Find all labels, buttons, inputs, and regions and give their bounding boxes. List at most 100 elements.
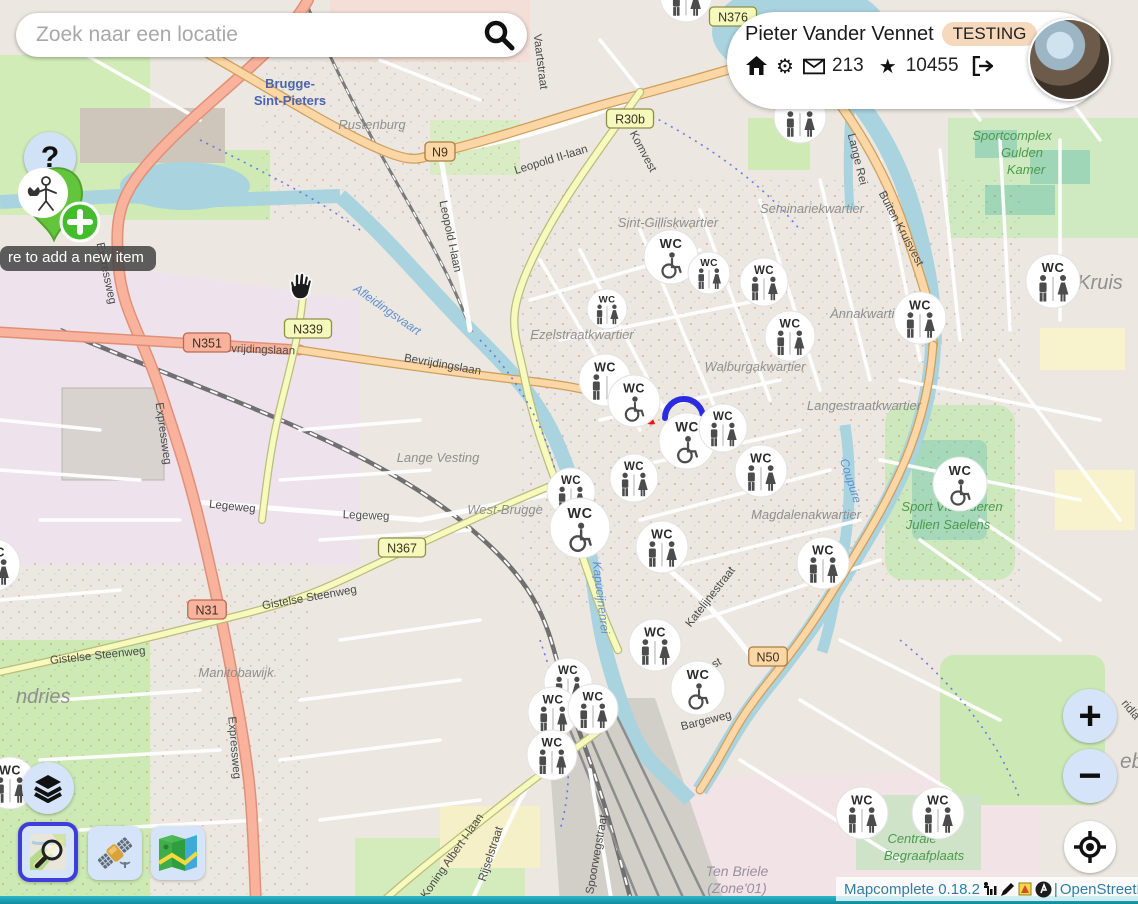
attribution-bar: Mapcomplete 0.18.2 | OpenStreetMap [836, 877, 1138, 901]
wc-label: WC [0, 763, 21, 777]
wc-label: WC [949, 463, 972, 478]
mapcomplete-version-link[interactable]: Mapcomplete 0.18.2 [844, 881, 980, 898]
wc-label: WC [927, 793, 949, 807]
statistics-icon [982, 881, 998, 897]
wc-label: WC [594, 360, 616, 374]
wc-label: WC [624, 461, 644, 473]
crosshair-icon [1072, 829, 1108, 865]
avatar[interactable] [1028, 18, 1111, 101]
home-icon[interactable] [745, 55, 767, 77]
zoom-in-button[interactable]: + [1063, 689, 1117, 743]
folded-map-icon [157, 833, 199, 873]
map-label: Ten Briele [706, 863, 769, 879]
search-bar[interactable] [16, 13, 527, 57]
map-label: Kruis [1077, 272, 1123, 294]
map-label: (Zone'01) [707, 880, 766, 896]
map-label: West-Brugge [467, 502, 543, 517]
road-ref-badge: N367 [379, 538, 426, 557]
wc-label: WC [675, 420, 698, 435]
map-label: Begraafplaats [884, 848, 965, 863]
svg-text:N339: N339 [293, 323, 323, 337]
wc-label: WC [644, 625, 666, 639]
add-item-tooltip: re to add a new item [0, 246, 156, 271]
wc-label: WC [660, 236, 683, 251]
map-label: eb [1120, 750, 1138, 773]
map-label: Sportcomplex [972, 128, 1052, 143]
star-icon[interactable]: ★ [877, 55, 899, 77]
basemap-satellite-button[interactable] [88, 826, 142, 880]
map-label: Lange Vesting [397, 450, 480, 465]
road-ref-badge: N31 [188, 600, 227, 619]
map-label: Manitobawijk [198, 665, 275, 680]
map-canvas[interactable]: Brugge-Sint-PietersRustenburgSint-Gillis… [0, 0, 1138, 904]
pin-inner-circle [18, 168, 68, 218]
plus-glyph: + [1078, 694, 1101, 739]
testing-badge: TESTING [942, 22, 1038, 46]
svg-text:N9: N9 [432, 146, 448, 160]
wc-label: WC [583, 690, 604, 704]
toilet-marker[interactable]: WC [610, 454, 658, 502]
messages-icon[interactable] [803, 55, 825, 77]
wc-label: WC [687, 667, 710, 682]
osm-map-magnifier-icon [28, 832, 68, 872]
toilet-marker[interactable]: WC [1026, 254, 1080, 308]
map-label: Brugge- [265, 76, 315, 91]
map-label: Seminariekwartier [760, 201, 865, 216]
toilet-marker[interactable]: WC [836, 787, 888, 839]
basemap-osm-button[interactable] [18, 822, 78, 882]
minus-glyph: − [1078, 754, 1101, 799]
toilet-marker[interactable]: WC [629, 619, 681, 671]
wc-label: WC [651, 527, 673, 541]
geolocate-button[interactable] [1064, 821, 1116, 873]
wc-label: WC [713, 411, 733, 423]
wc-label: WC [780, 317, 801, 331]
wc-label: WC [851, 793, 873, 807]
layers-icon [33, 773, 63, 803]
messages-count: 213 [832, 55, 864, 77]
road-ref-badge: N351 [184, 333, 231, 352]
openstreetmap-link[interactable]: OpenStreetMap [1060, 881, 1138, 898]
logout-icon[interactable] [972, 55, 994, 77]
search-input[interactable] [34, 22, 481, 48]
wc-label: WC [558, 665, 578, 677]
map-label: Magdalenakwartier [751, 507, 862, 522]
search-icon[interactable] [481, 17, 517, 53]
settings-gear-icon[interactable]: ⚙ [774, 55, 796, 77]
wc-label: WC [812, 543, 834, 557]
svg-text:N50: N50 [757, 651, 780, 665]
wc-label: WC [567, 506, 592, 522]
road-ref-badge: N9 [425, 142, 455, 161]
road-ref-badge: N339 [285, 319, 332, 338]
wc-label: WC [599, 294, 616, 305]
map-label: Sint-Gilliskwartier [618, 215, 719, 230]
satellite-icon [94, 832, 136, 874]
map-label: Legeweg [343, 509, 390, 523]
zoom-out-button[interactable]: − [1063, 749, 1117, 803]
road-ref-badge: N50 [749, 647, 788, 666]
basemap-carto-button[interactable] [151, 826, 205, 880]
add-item-pin[interactable] [10, 160, 120, 255]
map-label: Julien Saelens [905, 517, 991, 532]
user-name[interactable]: Pieter Vander Vennet [745, 23, 934, 46]
road-ref-badge: R30b [607, 109, 654, 128]
toilet-marker[interactable]: WC [735, 445, 787, 497]
layers-button[interactable] [22, 762, 74, 814]
svg-text:N31: N31 [196, 604, 219, 618]
star-count: 10455 [906, 55, 959, 77]
wc-label: WC [700, 258, 718, 269]
map-label: ndries [16, 686, 70, 708]
map-label: Gulden [1001, 145, 1043, 160]
community-icon [1035, 881, 1052, 898]
wc-label: WC [543, 693, 564, 707]
toilet-marker[interactable]: WC [912, 787, 964, 839]
toilet-marker[interactable]: WC [608, 375, 660, 427]
wc-label: WC [623, 381, 645, 395]
svg-text:N351: N351 [192, 337, 222, 351]
svg-text:R30b: R30b [615, 113, 645, 127]
wc-label: WC [0, 545, 5, 559]
map-label: Ezelstraatkwartier [530, 327, 634, 342]
attribution-separator: | [1054, 881, 1058, 898]
wc-label: WC [909, 298, 931, 312]
toilet-marker[interactable]: WC [550, 498, 610, 558]
toilet-marker[interactable]: WC [688, 252, 730, 294]
